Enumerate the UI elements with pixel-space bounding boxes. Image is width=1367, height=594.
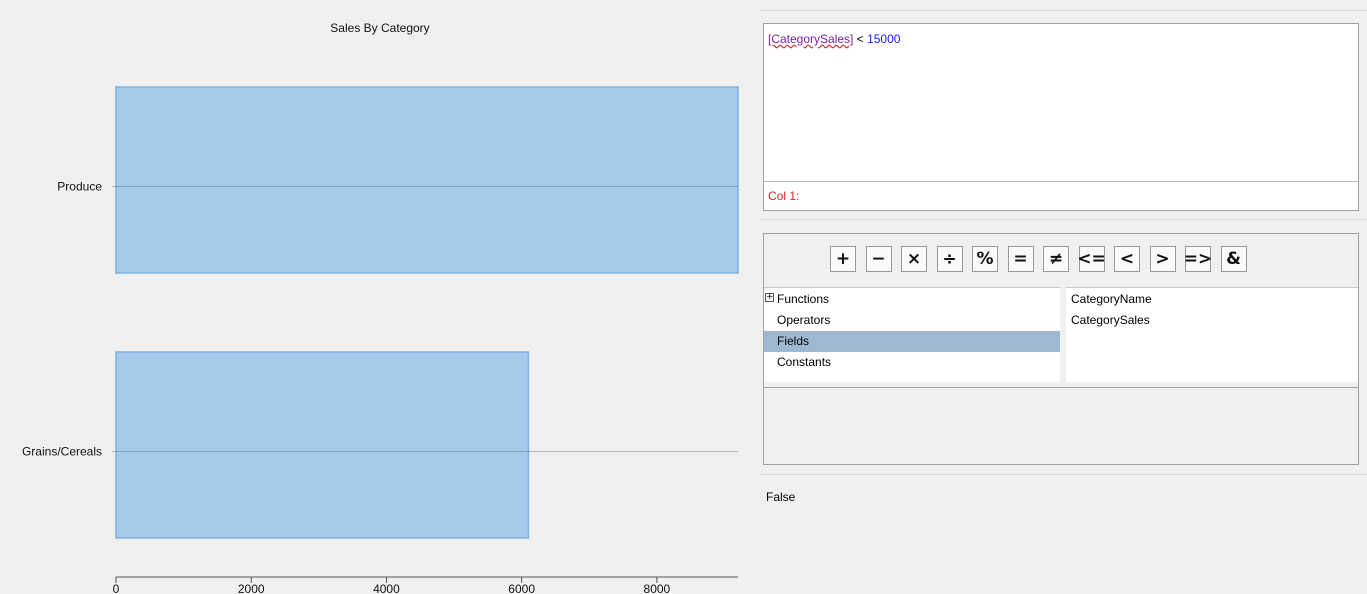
expression-builder-panel: + − × ÷% = ≠ <= < > => & + Functions Operators Fields… [763,233,1359,465]
not-equal-operator-button[interactable]: ≠ [1043,246,1069,272]
equals-operator-button[interactable]: = [1007,246,1034,272]
expression-text[interactable]: [CategorySales] < 15000 [768,32,900,46]
field-item-categorysales[interactable]: CategorySales [1071,313,1150,327]
category-tree[interactable]: + Functions Operators Fields Constants [764,287,1060,382]
tree-item-constants[interactable]: Constants [764,352,1060,373]
description-area [764,387,1358,464]
tree-item-label: Fields [777,334,810,348]
less-than-operator-button[interactable]: < [1114,246,1140,272]
category-label-grains-cereals: Grains/Cereals [22,445,102,459]
bar-produce [115,86,739,274]
tree-item-label: Constants [777,355,832,369]
x-tick-label-8000: 8000 [644,582,671,594]
expression-field-token: [CategorySales] [768,32,854,46]
greater-than-operator-button[interactable]: > [1149,246,1176,272]
tree-item-label: Functions [777,292,830,306]
tree-item-label: Operators [777,313,831,327]
multiply-operator-button[interactable]: × [901,246,927,272]
x-tick-label-4000: 4000 [373,582,400,594]
tree-item-operators[interactable]: Operators [764,310,1060,331]
category-label-produce: Produce [57,180,102,194]
chart-svg: Sales By Category Produce Grains/Cereals 0 2… [22,21,739,594]
expression-operator: < [853,32,868,46]
tree-item-functions[interactable]: + Functions [764,289,1060,310]
sales-chart: Sales By Category Produce Grains/Cereals 0 2… [0,0,760,594]
modulo-operator-button[interactable]: % [972,246,998,272]
evaluation-result: False [766,490,796,504]
minus-operator-button[interactable]: − [865,246,892,272]
x-tick-label-6000: 6000 [508,582,535,594]
field-list[interactable]: CategoryName CategorySales [1066,287,1358,382]
bar-grains-cereals [115,351,530,539]
expression-editor-pane: [CategorySales] < 15000 Col 1: + − × ÷% = ≠ <=… [760,0,1367,594]
plus-operator-button[interactable]: + [830,246,856,272]
greater-equal-operator-button[interactable]: => [1184,246,1212,272]
tree-item-fields[interactable]: Fields [764,331,1060,352]
cursor-column-status: Col 1: [768,189,800,203]
ampersand-operator-button[interactable]: & [1220,246,1247,272]
chart-title: Sales By Category [330,21,429,35]
expand-icon[interactable]: + [765,293,774,302]
divide-operator-button[interactable]: ÷ [936,246,963,272]
x-tick-label-0: 0 [113,582,120,594]
less-equal-operator-button[interactable]: <= [1077,246,1106,272]
x-tick-label-2000: 2000 [238,582,265,594]
expression-status-bar: Col 1: [764,181,1358,210]
expression-value: 15000 [867,32,901,46]
expression-input[interactable]: [CategorySales] < 15000 Col 1: [763,23,1359,211]
field-item-categoryname[interactable]: CategoryName [1071,292,1152,306]
